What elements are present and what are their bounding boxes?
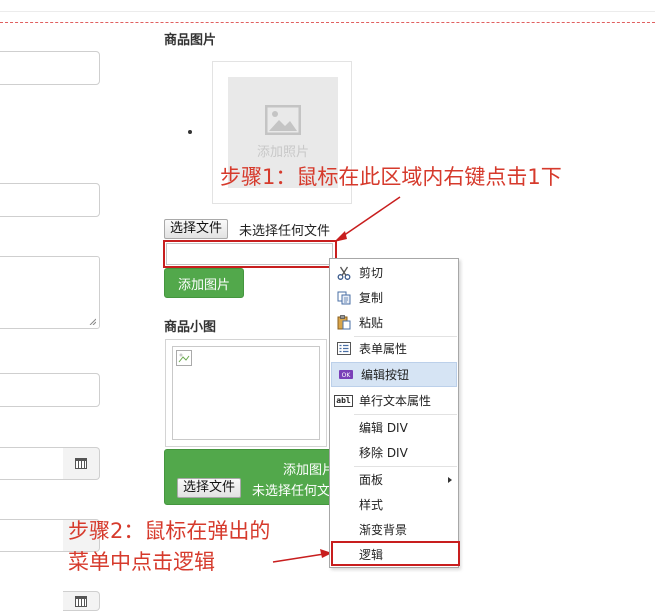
menu-item-label: 表单属性 [359,342,408,356]
menu-item-label: 编辑 DIV [359,421,408,435]
menu-item-label: 编辑按钮 [361,368,410,382]
section-title-product-images: 商品图片 [164,33,217,48]
menu-item-edit-button[interactable]: OK 编辑按钮 [331,362,457,387]
thumbnail-image [172,346,320,440]
step2-arrow [272,549,332,563]
svg-text:OK: OK [341,372,351,379]
thumbnail-file-status: 未选择任何文 [252,484,331,499]
target-area-highlight [163,240,337,268]
menu-item-copy[interactable]: 复制 [330,285,458,310]
ok-button-icon: OK [338,367,353,382]
menu-item-label: 复制 [359,291,384,305]
section-title-product-thumbnail: 商品小图 [164,320,217,335]
menu-item-label: 粘贴 [359,316,384,330]
menu-item-cut[interactable]: 剪切 [330,260,458,285]
menu-item-paste[interactable]: 粘贴 [330,310,458,335]
calendar-icon [75,595,87,607]
resize-handle-icon[interactable] [89,318,96,325]
thumbnail-frame [165,339,327,447]
add-image-button[interactable]: 添加图片 [164,268,244,298]
dashed-divider [0,22,655,23]
left-textarea[interactable] [0,256,100,329]
step2-annotation-line2: 菜单中点击逻辑 [68,550,215,574]
menu-item-label: 面板 [359,473,384,487]
menu-item-remove-div[interactable]: 移除 DIV [330,440,458,465]
menu-item-single-line-text-properties[interactable]: abl 单行文本属性 [330,388,458,413]
list-bullet [188,130,192,134]
thumbnail-choose-file-button[interactable]: 选择文件 [177,478,242,498]
date-picker-button-1[interactable] [63,447,100,480]
thumbnail-add-text: 添加图片 [283,463,336,478]
menu-item-label: 渐变背景 [359,523,408,537]
menu-item-style[interactable]: 样式 [330,492,458,517]
form-properties-icon [336,341,351,356]
top-divider [0,11,655,12]
submenu-arrow-icon [448,476,452,483]
calendar-icon [75,458,87,469]
logic-item-highlight [331,541,460,566]
menu-item-label: 单行文本属性 [359,394,432,408]
date-input-1[interactable] [0,447,64,480]
context-menu: 剪切 复制 粘贴 表单属性 OK 编辑按钮 abl 单行文本属性 编辑 DIV [329,258,459,568]
thumbnail-upload-panel: 添加图片 选择文件 未选择任何文 [164,449,336,505]
menu-item-label: 移除 DIV [359,446,408,460]
date-input-2[interactable] [0,519,64,552]
broken-image-icon [176,350,192,366]
step2-annotation-line1: 步骤2：鼠标在弹出的 [68,519,271,543]
file-status-text: 未选择任何文件 [239,224,331,239]
left-input-2[interactable] [0,183,100,217]
menu-item-label: 剪切 [359,266,384,280]
menu-item-form-properties[interactable]: 表单属性 [330,336,458,361]
menu-item-panel[interactable]: 面板 [330,467,458,492]
placeholder-text: 添加照片 [256,145,309,160]
left-input-1[interactable] [0,51,100,85]
text-field-icon: abl [334,394,353,407]
choose-file-button[interactable]: 选择文件 [164,219,229,239]
paste-icon [336,315,351,330]
step1-annotation: 步骤1：鼠标在此区域内右键点击1下 [220,165,562,189]
date-picker-button-3[interactable] [63,591,100,611]
menu-item-edit-div[interactable]: 编辑 DIV [330,415,458,440]
step1-arrow [334,196,401,242]
copy-icon [336,290,351,305]
menu-item-gradient-background[interactable]: 渐变背景 [330,517,458,542]
scissors-icon [336,265,351,280]
image-icon [265,105,301,135]
left-input-3[interactable] [0,373,100,407]
menu-item-label: 样式 [359,498,384,512]
